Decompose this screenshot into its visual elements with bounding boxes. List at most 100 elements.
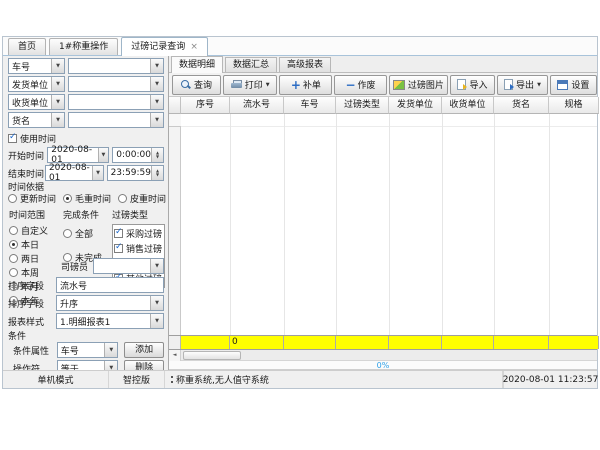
end-date-picker[interactable]: 2020-08-01▼ <box>45 165 104 181</box>
scroll-left-icon[interactable]: ◄ <box>169 350 181 361</box>
print-button[interactable]: 打印▼ <box>223 75 278 95</box>
chevron-down-icon[interactable]: ▼ <box>104 361 117 370</box>
checkbox-checked-icon <box>114 229 123 238</box>
void-button[interactable]: −作废 <box>334 75 387 95</box>
current-row-indicator <box>169 114 181 127</box>
sender-value-combo[interactable]: ▼ <box>68 76 164 92</box>
chevron-down-icon[interactable]: ▼ <box>51 59 64 73</box>
chevron-down-icon[interactable]: ▼ <box>150 59 163 73</box>
supplement-button[interactable]: +补单 <box>279 75 332 95</box>
column-header-serial[interactable]: 流水号 <box>230 97 284 114</box>
end-time-spinner[interactable]: 23:59:59▲▼ <box>107 165 164 181</box>
chevron-down-icon[interactable]: ▼ <box>150 296 163 310</box>
calendar-dropdown-icon[interactable]: ▼ <box>92 166 102 180</box>
radio-gross-time[interactable]: 毛重时间 <box>63 192 111 205</box>
radio-icon <box>9 254 18 263</box>
query-button[interactable]: 查询 <box>172 75 221 95</box>
sender-field-select[interactable]: 发货单位▼ <box>8 76 65 92</box>
checkbox-purchase[interactable]: 采购过磅 <box>114 227 163 240</box>
tab-weighing-operation[interactable]: 1#称重操作 <box>49 38 118 55</box>
use-time-checkbox[interactable] <box>8 134 17 143</box>
grid-body[interactable] <box>169 114 597 335</box>
column-header-receiver[interactable]: 收货单位 <box>442 97 494 114</box>
tab-data-summary[interactable]: 数据汇总 <box>225 57 277 72</box>
tab-record-query[interactable]: 过磅记录查询× <box>121 37 208 56</box>
grid-column-line <box>336 114 337 335</box>
chevron-down-icon[interactable]: ▼ <box>150 314 163 328</box>
scrollbar-thumb[interactable] <box>183 351 241 360</box>
data-panel: 数据明细 数据汇总 高级报表 查询 打印▼ +补单 −作废 过磅图片 导入 导出… <box>169 56 597 370</box>
column-header-spec[interactable]: 规格 <box>549 97 599 114</box>
use-time-label: 使用时间 <box>20 132 56 145</box>
chevron-down-icon[interactable]: ▼ <box>150 95 163 109</box>
sort-order-combo[interactable]: 升序 ▼ <box>56 295 164 311</box>
tab-data-detail[interactable]: 数据明细 <box>171 56 223 73</box>
chevron-down-icon[interactable]: ▼ <box>150 113 163 127</box>
sort-order-value: 升序 <box>60 297 78 310</box>
tab-home[interactable]: 首页 <box>8 38 46 55</box>
vehicle-field-select[interactable]: 车号▼ <box>8 58 65 74</box>
horizontal-scrollbar[interactable]: ◄ <box>169 350 597 361</box>
row-selector-strip <box>169 114 181 335</box>
chevron-down-icon[interactable]: ▼ <box>104 343 117 357</box>
column-header-goods[interactable]: 货名 <box>494 97 549 114</box>
column-header-weigh-type[interactable]: 过磅类型 <box>336 97 389 114</box>
condition-op-row: 操作符 等于▼ 删除 <box>13 360 164 370</box>
toolbar: 查询 打印▼ +补单 −作废 过磅图片 导入 导出▼ 设置 <box>169 73 597 97</box>
condition-attr-row: 条件属性 车号▼ 添加 <box>13 342 164 358</box>
goods-value-combo[interactable]: ▼ <box>68 112 164 128</box>
weigher-combo[interactable]: ▼ <box>93 258 164 274</box>
chevron-down-icon[interactable]: ▼ <box>51 77 64 91</box>
column-header-seq[interactable]: 序号 <box>181 97 230 114</box>
app-window: 首页 1#称重操作 过磅记录查询× 车号▼ ▼ 发货单位▼ ▼ 收货单位▼ ▼ … <box>2 36 598 389</box>
chevron-down-icon[interactable]: ▼ <box>51 95 64 109</box>
progress-percent: 0% <box>377 361 390 370</box>
delete-button-label: 删除 <box>135 363 153 370</box>
radio-range-custom[interactable]: 自定义 <box>9 224 61 237</box>
receiver-field-select[interactable]: 收货单位▼ <box>8 94 65 110</box>
delete-condition-button[interactable]: 删除 <box>124 360 164 370</box>
chevron-down-icon[interactable]: ▼ <box>51 113 64 127</box>
sender-field-label: 发货单位 <box>12 78 48 91</box>
chevron-down-icon[interactable]: ▼ <box>537 82 541 88</box>
radio-tare-time[interactable]: 皮重时间 <box>118 192 166 205</box>
goods-field-select[interactable]: 货名▼ <box>8 112 65 128</box>
radio-update-time[interactable]: 更新时间 <box>8 192 56 205</box>
weigh-photo-button[interactable]: 过磅图片 <box>389 75 448 95</box>
radio-gross-time-label: 毛重时间 <box>75 192 111 205</box>
column-header-vehicle[interactable]: 车号 <box>284 97 336 114</box>
vehicle-value-combo[interactable]: ▼ <box>68 58 164 74</box>
filter-panel: 车号▼ ▼ 发货单位▼ ▼ 收货单位▼ ▼ 货名▼ ▼ 使用时间 开始时间 2 <box>3 56 169 370</box>
export-button[interactable]: 导出▼ <box>497 75 548 95</box>
condition-attr-combo[interactable]: 车号▼ <box>57 342 119 358</box>
start-date-picker[interactable]: 2020-08-01▼ <box>47 147 109 163</box>
calendar-dropdown-icon[interactable]: ▼ <box>98 148 109 162</box>
tab-weighing-operation-label: 1#称重操作 <box>59 42 108 52</box>
receiver-value-combo[interactable]: ▼ <box>68 94 164 110</box>
report-style-combo[interactable]: 1.明细报表1▼ <box>56 313 164 329</box>
radio-finish-all[interactable]: 全部 <box>63 227 111 240</box>
spinner-icon[interactable]: ▲▼ <box>151 148 163 162</box>
add-condition-button[interactable]: 添加 <box>124 342 164 358</box>
settings-button[interactable]: 设置 <box>550 75 597 95</box>
status-mode: 单机模式 <box>3 371 109 388</box>
radio-range-two-days[interactable]: 两日 <box>9 252 61 265</box>
start-time-spinner[interactable]: 0:00:00▲▼ <box>112 147 164 163</box>
import-button[interactable]: 导入 <box>450 75 495 95</box>
radio-selected-icon <box>63 194 72 203</box>
chevron-down-icon[interactable]: ▼ <box>266 82 270 88</box>
chevron-down-icon[interactable]: ▼ <box>150 77 163 91</box>
close-icon[interactable]: × <box>190 42 198 52</box>
sort-field-input[interactable]: 流水号 <box>56 277 164 293</box>
spinner-icon[interactable]: ▲▼ <box>151 166 163 180</box>
condition-op-combo[interactable]: 等于▼ <box>57 360 119 370</box>
radio-icon <box>118 194 127 203</box>
checkbox-sale[interactable]: 销售过磅 <box>114 242 163 255</box>
tab-advanced-report[interactable]: 高级报表 <box>279 57 331 72</box>
chevron-down-icon[interactable]: ▼ <box>150 259 163 273</box>
radio-range-today-label: 本日 <box>21 238 39 251</box>
radio-range-today[interactable]: 本日 <box>9 238 61 251</box>
column-header-sender[interactable]: 发货单位 <box>389 97 442 114</box>
image-icon <box>393 80 405 90</box>
radio-update-time-label: 更新时间 <box>20 192 56 205</box>
